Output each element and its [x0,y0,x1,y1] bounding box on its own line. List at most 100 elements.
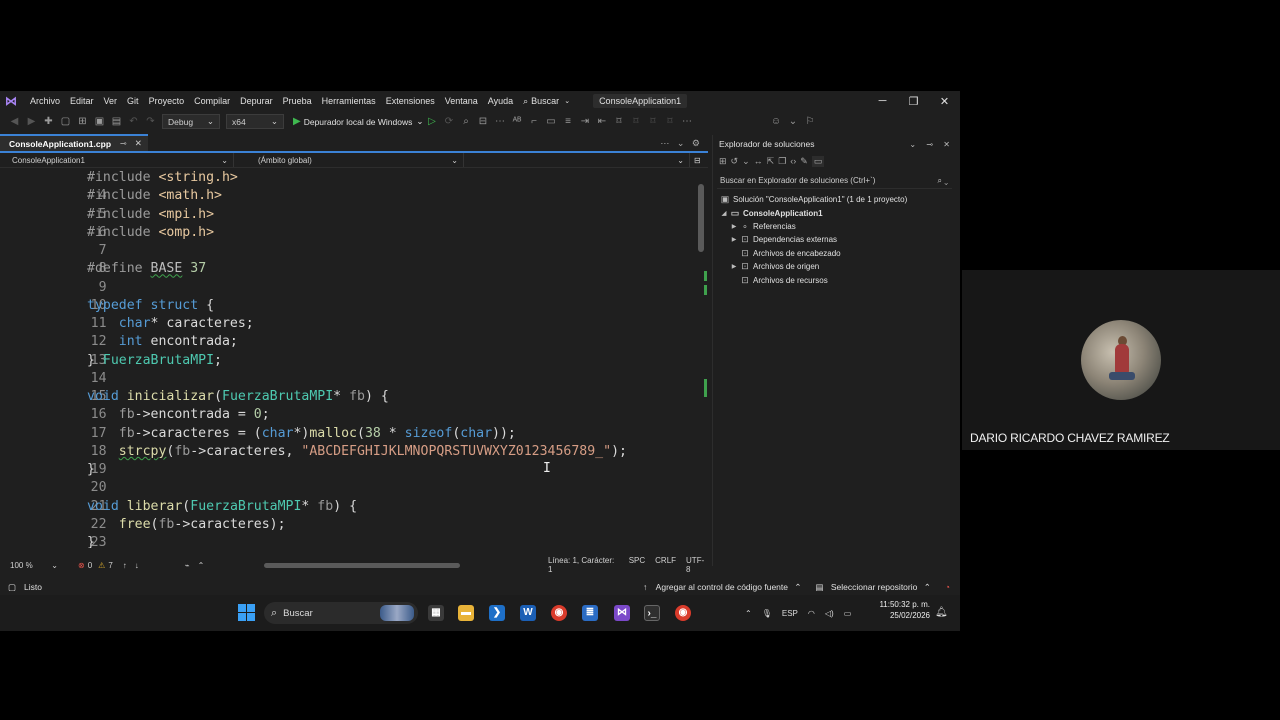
history-icon[interactable]: ↺ [731,156,739,167]
toolbar-overflow-icon[interactable]: ⋯ [679,116,696,127]
tree-item-project[interactable]: ◢ ▭ ConsoleApplication1 [713,206,956,219]
chevron-down-icon[interactable]: ⌄ [909,140,916,149]
code-view-icon[interactable]: ‹› [790,156,796,166]
error-icon[interactable]: ⊗ [78,561,85,570]
open-icon[interactable]: ⊞ [74,116,91,127]
menu-herramientas[interactable]: Herramientas [317,96,381,106]
file-encoding[interactable]: UTF-8 [686,556,708,574]
notification-bell-icon[interactable]: 🔔︎ [935,607,948,618]
close-icon[interactable]: ✕ [929,95,960,108]
project-dropdown[interactable]: ConsoleApplication1 ⌄ [0,153,234,167]
bookmark-toggle-icon[interactable]: ⌑ [611,116,628,127]
menu-ventana[interactable]: Ventana [440,96,483,106]
menu-editar[interactable]: Editar [65,96,99,106]
tree-item-origen[interactable]: ▶ ⊡ Archivos de origen [713,260,956,273]
switch-views-icon[interactable]: ⊞ [719,156,727,167]
solution-name-badge[interactable]: ConsoleApplication1 [593,94,688,108]
outdent-icon[interactable]: ⇤ [594,116,611,127]
next-bookmark-icon[interactable]: ⌑ [645,116,662,127]
tree-item-referencias[interactable]: ▶ ∘ Referencias [713,220,956,233]
maximize-icon[interactable]: ❐ [898,95,929,108]
solution-explorer-search[interactable]: Buscar en Explorador de soluciones (Ctrl… [717,173,952,189]
properties-icon[interactable]: ✎ [800,156,808,167]
undo-icon[interactable]: ↶ [125,116,142,127]
chevron-up-icon[interactable]: ⌃ [198,561,205,570]
chevron-down-icon[interactable]: ⌄ [677,138,685,148]
cleanup-icon[interactable]: ⌁ [185,561,190,570]
menu-prueba[interactable]: Prueba [278,96,317,106]
terminal-icon[interactable]: ›_ [644,605,660,621]
tab-overflow-icon[interactable]: ⋯ [660,138,669,148]
scope-dropdown[interactable]: (Ámbito global) ⌄ [234,153,464,167]
configuration-select[interactable]: Debug ⌄ [162,114,220,129]
preview-icon[interactable]: ▭ [811,155,825,167]
overflow-icon[interactable]: ⋯ [492,116,509,127]
add-source-control-button[interactable]: ↑ Agregar al control de código fuente ⌃ [643,582,801,593]
error-count[interactable]: 0 [88,561,92,570]
copilot-icon[interactable]: ☺ [768,116,785,127]
collapsed-arrow-icon[interactable]: ▶ [729,236,739,243]
tab-consoleapplication1-cpp[interactable]: ConsoleApplication1.cpp ⊸ ✕ [0,134,148,151]
find-in-files-icon[interactable]: ⌕ [458,116,475,127]
vscode-icon[interactable]: ❯ [489,605,505,621]
windows-start-icon[interactable] [238,604,255,621]
redo-icon[interactable]: ↷ [142,116,159,127]
arrow-down-icon[interactable]: ↓ [135,561,139,570]
select-repository-button[interactable]: ▤ Seleccionar repositorio ⌃ [815,582,930,593]
indent-icon[interactable]: ⇥ [577,116,594,127]
file-explorer-icon[interactable]: ▬ [458,605,474,621]
expanded-arrow-icon[interactable]: ◢ [719,210,729,217]
wifi-icon[interactable]: ◠ [808,609,815,618]
menu-depurar[interactable]: Depurar [235,96,278,106]
sync-icon[interactable]: ↔ [754,156,763,166]
show-all-files-icon[interactable]: ❐ [778,156,786,167]
minimize-icon[interactable]: ─ [867,95,898,108]
task-view-icon[interactable]: ▦ [428,605,444,621]
collapsed-arrow-icon[interactable]: ▶ [729,223,739,230]
collapse-all-icon[interactable]: ⇱ [767,156,775,167]
language-indicator[interactable]: ESP [782,609,798,618]
menu-extensiones[interactable]: Extensiones [381,96,440,106]
comment-icon[interactable]: ▭ [543,116,560,127]
menu-ayuda[interactable]: Ayuda [483,96,518,106]
member-dropdown[interactable]: ⌄ [464,153,690,167]
tree-item-recursos[interactable]: ⊡ Archivos de recursos [713,273,956,286]
zoom-select[interactable]: 100 % ⌄ [0,561,68,570]
back-icon[interactable]: ◀ [6,116,23,127]
menu-git[interactable]: Git [122,96,144,106]
tree-item-solution[interactable]: ▣ Solución "ConsoleApplication1" (1 de 1… [713,193,956,206]
format-icon[interactable]: ≡ [560,116,577,127]
code-text-area[interactable]: 4 #include <string.h> 5 #include <math.h… [0,169,696,548]
chrome-profile-icon[interactable]: ◉ [675,605,691,621]
chevron-down-icon[interactable]: ⌄ [785,116,802,127]
split-icon[interactable]: ⊟ [694,156,701,165]
pin-icon[interactable]: ⊟ [475,116,492,127]
chevron-up-icon[interactable]: ⌃ [745,609,752,618]
chevron-down-icon[interactable]: ⌄ [742,156,750,167]
prev-bookmark-icon[interactable]: ⌑ [628,116,645,127]
line-ending[interactable]: CRLF [655,556,676,574]
feedback-icon[interactable]: ⚐ [802,116,819,127]
word-icon[interactable]: W [520,605,536,621]
vertical-scrollbar[interactable] [696,169,708,548]
pin-icon[interactable]: ⊸ [926,140,933,149]
scrollbar-thumb[interactable] [698,184,704,252]
new-file-icon[interactable]: ▢ [57,116,74,127]
spellcheck-icon[interactable]: ᴬᴮ [509,116,526,127]
bookmark-icon[interactable]: ⌐ [526,116,543,127]
arrow-up-icon[interactable]: ↑ [123,561,127,570]
microphone-icon[interactable]: 🎙︎ [762,609,772,618]
visual-studio-icon[interactable]: ⋈ [614,605,630,621]
platform-select[interactable]: x64 ⌄ [226,114,284,129]
chrome-icon[interactable]: ◉ [551,605,567,621]
tree-item-encabezado[interactable]: ⊡ Archivos de encabezado [713,247,956,260]
menu-ver[interactable]: Ver [99,96,123,106]
battery-icon[interactable]: ▭ [844,609,852,618]
output-icon[interactable]: ▢ [8,582,16,593]
menu-compilar[interactable]: Compilar [189,96,235,106]
warning-icon[interactable]: ⚠ [98,561,105,570]
close-icon[interactable]: ✕ [943,140,950,149]
start-debugging-button[interactable]: ▶ Depurador local de Windows ⌄ [293,116,424,127]
visual-studio-logo-icon[interactable]: ⋈ [5,95,19,107]
warning-count[interactable]: 7 [108,561,112,570]
